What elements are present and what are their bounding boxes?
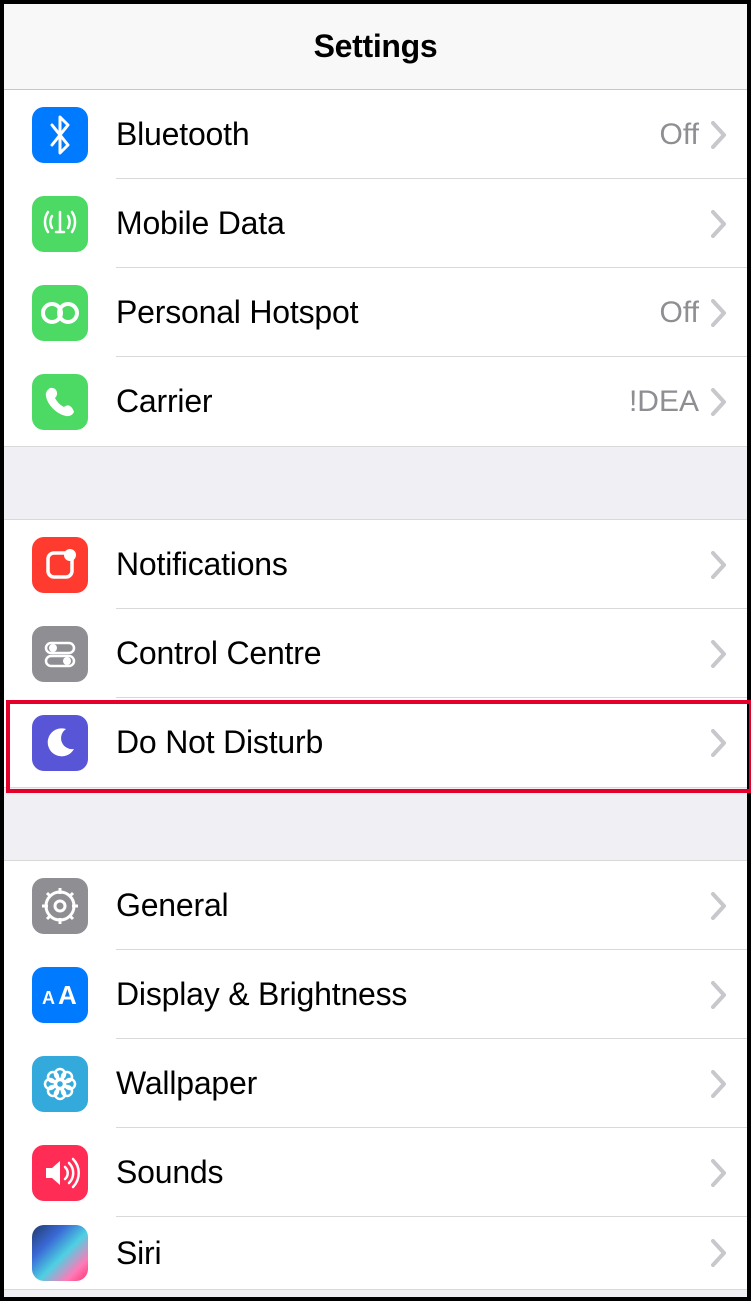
row-mobile-data[interactable]: Mobile Data xyxy=(4,179,747,268)
siri-icon xyxy=(32,1225,88,1281)
svg-text:A: A xyxy=(58,980,77,1010)
settings-group-general: General AA Display & Brightness Wallpape… xyxy=(4,860,747,1290)
chevron-right-icon xyxy=(711,121,727,149)
chevron-right-icon xyxy=(711,1239,727,1267)
svg-text:A: A xyxy=(42,988,55,1008)
row-label: General xyxy=(116,887,711,924)
mobile-data-icon xyxy=(32,196,88,252)
row-control-centre[interactable]: Control Centre xyxy=(4,609,747,698)
header: Settings xyxy=(4,4,747,90)
group-spacer xyxy=(4,788,747,860)
phone-icon xyxy=(32,374,88,430)
page-title: Settings xyxy=(314,28,438,65)
row-siri[interactable]: Siri xyxy=(4,1217,747,1289)
row-label: Display & Brightness xyxy=(116,976,711,1013)
row-label: Do Not Disturb xyxy=(116,724,711,761)
gear-icon xyxy=(32,878,88,934)
row-bluetooth[interactable]: Bluetooth Off xyxy=(4,90,747,179)
chevron-right-icon xyxy=(711,892,727,920)
chevron-right-icon xyxy=(711,388,727,416)
chevron-right-icon xyxy=(711,1070,727,1098)
row-label: Control Centre xyxy=(116,635,711,672)
row-value: !DEA xyxy=(629,385,699,419)
settings-group-alerts: Notifications Control Centre Do Not Dist… xyxy=(4,519,747,788)
row-wallpaper[interactable]: Wallpaper xyxy=(4,1039,747,1128)
row-notifications[interactable]: Notifications xyxy=(4,520,747,609)
row-label: Notifications xyxy=(116,546,711,583)
row-label: Bluetooth xyxy=(116,116,660,153)
text-size-icon: AA xyxy=(32,967,88,1023)
personal-hotspot-icon xyxy=(32,285,88,341)
chevron-right-icon xyxy=(711,729,727,757)
row-value: Off xyxy=(660,118,699,152)
row-label: Sounds xyxy=(116,1154,711,1191)
row-personal-hotspot[interactable]: Personal Hotspot Off xyxy=(4,268,747,357)
row-sounds[interactable]: Sounds xyxy=(4,1128,747,1217)
row-label: Personal Hotspot xyxy=(116,294,660,331)
chevron-right-icon xyxy=(711,551,727,579)
flower-icon xyxy=(32,1056,88,1112)
bluetooth-icon xyxy=(32,107,88,163)
moon-icon xyxy=(32,715,88,771)
chevron-right-icon xyxy=(711,640,727,668)
row-label: Siri xyxy=(116,1235,711,1272)
row-display-brightness[interactable]: AA Display & Brightness xyxy=(4,950,747,1039)
chevron-right-icon xyxy=(711,210,727,238)
row-do-not-disturb[interactable]: Do Not Disturb xyxy=(4,698,747,787)
row-carrier[interactable]: Carrier !DEA xyxy=(4,357,747,446)
speaker-icon xyxy=(32,1145,88,1201)
chevron-right-icon xyxy=(711,299,727,327)
chevron-right-icon xyxy=(711,1159,727,1187)
row-label: Wallpaper xyxy=(116,1065,711,1102)
control-centre-icon xyxy=(32,626,88,682)
row-label: Mobile Data xyxy=(116,205,711,242)
row-general[interactable]: General xyxy=(4,861,747,950)
chevron-right-icon xyxy=(711,981,727,1009)
row-label: Carrier xyxy=(116,383,629,420)
group-spacer xyxy=(4,447,747,519)
row-value: Off xyxy=(660,296,699,330)
notifications-icon xyxy=(32,537,88,593)
settings-group-connectivity: Bluetooth Off Mobile Data Personal Hotsp… xyxy=(4,90,747,447)
